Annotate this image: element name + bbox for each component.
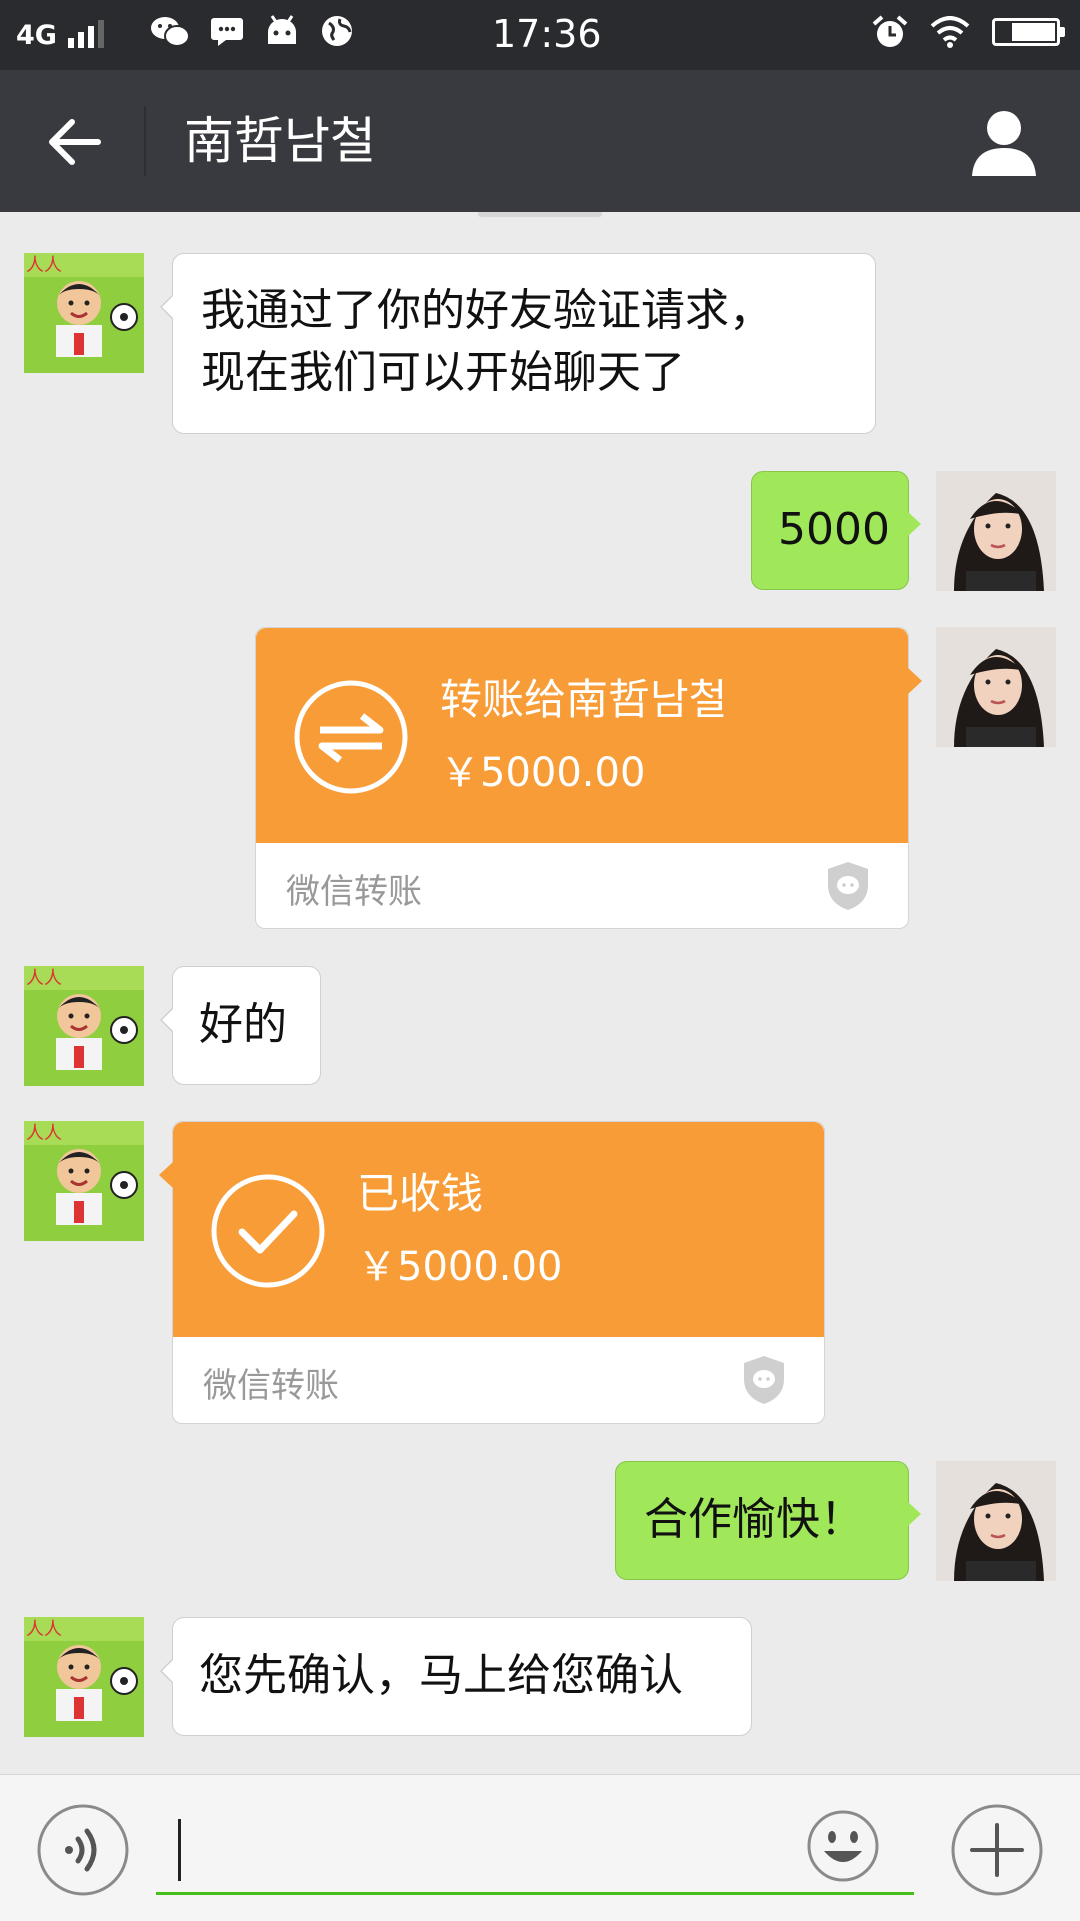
- android-icon: [268, 15, 296, 44]
- title-divider: [144, 106, 146, 176]
- transfer-arrows-icon: [294, 680, 408, 794]
- clock: 17:36: [492, 12, 602, 56]
- network-type: 4G: [16, 20, 57, 51]
- plus-icon[interactable]: [950, 1803, 1044, 1897]
- message-text: 合作愉快！: [644, 1494, 864, 1545]
- emoji-icon[interactable]: [806, 1809, 880, 1883]
- svg-text:人人: 人人: [26, 968, 62, 989]
- contact-avatar[interactable]: 人人: [24, 1121, 144, 1241]
- message-text: 您先确认，马上给您确认: [199, 1650, 683, 1701]
- transfer-footer-label: 微信转账: [203, 1366, 339, 1406]
- message-text: 好的: [199, 999, 287, 1050]
- voice-icon[interactable]: [36, 1803, 130, 1897]
- shield-icon: [744, 1356, 784, 1404]
- pull-indicator: [478, 212, 602, 217]
- transfer-card-tail: [159, 1162, 173, 1188]
- transfer-card-tail: [908, 668, 922, 694]
- svg-text:人人: 人人: [26, 255, 62, 276]
- transfer-card-incoming[interactable]: 已收钱 ￥5000.00 微信转账: [159, 1121, 825, 1424]
- wechat-notification-icon: [151, 17, 190, 47]
- transfer-amount: ￥5000.00: [440, 750, 646, 796]
- transfer-card-outgoing[interactable]: 转账给南哲남철 ￥5000.00 微信转账: [255, 627, 922, 929]
- message-text: 5000: [778, 504, 890, 555]
- profile-photo-image: [936, 627, 1056, 747]
- cartoon-avatar-image: 人人: [24, 966, 144, 1086]
- signal-icon: [68, 20, 104, 48]
- status-bar: 4G 17:36: [0, 0, 1080, 70]
- message-input[interactable]: [156, 1815, 914, 1895]
- battery-level: [1011, 23, 1055, 41]
- person-icon[interactable]: [964, 102, 1044, 182]
- chat-title: 南哲남철: [184, 112, 376, 170]
- profile-photo-image: [936, 471, 1056, 591]
- contact-avatar[interactable]: 人人: [24, 1617, 144, 1737]
- cartoon-avatar-image: 人人: [24, 1121, 144, 1241]
- checkmark-icon: [211, 1174, 325, 1288]
- message-bubble-incoming[interactable]: 好的: [160, 966, 321, 1085]
- svg-text:人人: 人人: [26, 1123, 62, 1144]
- profile-photo-image: [936, 1461, 1056, 1581]
- transfer-amount: ￥5000.00: [357, 1244, 563, 1290]
- cartoon-avatar-image: 人人: [24, 253, 144, 373]
- back-arrow-icon[interactable]: [30, 100, 114, 184]
- transfer-label: 转账给南哲남철: [440, 675, 728, 724]
- shield-icon: [828, 862, 868, 910]
- cartoon-avatar-image: 人人: [24, 1617, 144, 1737]
- my-avatar[interactable]: [936, 1461, 1056, 1581]
- battery-icon: [992, 18, 1065, 46]
- message-text-line: 现在我们可以开始聊天了: [201, 347, 685, 398]
- transfer-footer-label: 微信转账: [286, 872, 422, 912]
- message-bubble-incoming[interactable]: 您先确认，马上给您确认: [160, 1617, 752, 1736]
- my-avatar[interactable]: [936, 471, 1056, 591]
- transfer-label: 已收钱: [357, 1169, 484, 1218]
- my-avatar[interactable]: [936, 627, 1056, 747]
- contact-avatar[interactable]: 人人: [24, 253, 144, 373]
- input-bar: [0, 1774, 1080, 1921]
- message-notification-icon: [211, 18, 243, 46]
- contact-avatar[interactable]: 人人: [24, 966, 144, 1086]
- message-bubble-incoming[interactable]: 我通过了你的好友验证请求， 现在我们可以开始聊天了: [160, 253, 876, 434]
- globe-icon: [322, 16, 352, 46]
- title-bar: 南哲남철: [0, 70, 1080, 212]
- message-bubble-outgoing[interactable]: 合作愉快！: [615, 1461, 921, 1580]
- wifi-icon: [930, 16, 970, 48]
- text-caret: [178, 1819, 181, 1881]
- message-bubble-outgoing[interactable]: 5000: [751, 471, 921, 590]
- svg-text:人人: 人人: [26, 1619, 62, 1640]
- message-text-line: 我通过了你的好友验证请求，: [201, 285, 773, 336]
- alarm-icon: [872, 15, 908, 47]
